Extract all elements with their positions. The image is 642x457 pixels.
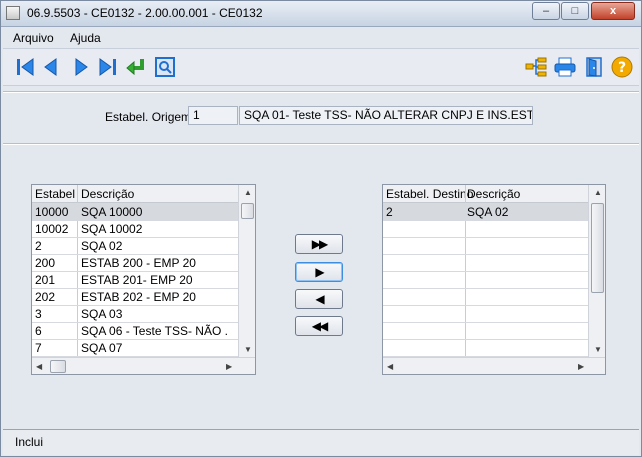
menu-ajuda[interactable]: Ajuda — [70, 31, 101, 45]
cell-descricao: ESTAB 202 - EMP 20 — [81, 290, 196, 304]
table-row[interactable]: 202 ESTAB 202 - EMP 20 — [32, 288, 239, 306]
empty-row — [383, 254, 589, 272]
scroll-right-arrow-icon[interactable]: ▶ — [226, 362, 232, 371]
left-grid-horizontal-scrollbar[interactable]: ◀ ▶ — [32, 357, 255, 374]
cell-estabel: 200 — [35, 256, 56, 270]
left-grid-header: Estabel Descrição — [32, 185, 239, 203]
cell-descricao: SQA 10000 — [81, 205, 143, 219]
table-row[interactable]: 6 SQA 06 - Teste TSS- NÃO . — [32, 322, 239, 340]
right-grid-horizontal-scrollbar[interactable]: ◀ ▶ — [383, 357, 605, 374]
cell-estabel: 201 — [35, 273, 56, 287]
column-header-estabel[interactable]: Estabel — [35, 187, 75, 201]
status-text: Inclui — [15, 435, 44, 449]
application-window: 06.9.5503 - CE0132 - 2.00.00.001 - CE013… — [0, 0, 642, 457]
zoom-icon[interactable] — [153, 55, 177, 79]
scroll-left-arrow-icon[interactable]: ◀ — [387, 362, 393, 371]
first-record-icon[interactable] — [13, 55, 37, 79]
right-grid-header: Estabel. Destino Descrição — [383, 185, 589, 203]
scroll-right-arrow-icon[interactable]: ▶ — [578, 362, 584, 371]
table-row[interactable]: 2 SQA 02 — [383, 203, 589, 221]
table-row[interactable]: 201 ESTAB 201- EMP 20 — [32, 271, 239, 289]
cell-estabel: 2 — [35, 239, 42, 253]
cell-estabel: 7 — [35, 341, 42, 355]
available-establishments-grid[interactable]: Estabel Descrição 10000 SQA 10000 10002 … — [31, 184, 256, 375]
scroll-thumb[interactable] — [50, 360, 66, 373]
cell-estabel: 3 — [35, 307, 42, 321]
svg-text:?: ? — [618, 60, 626, 76]
empty-row — [383, 237, 589, 255]
cell-estabel: 10002 — [35, 222, 69, 236]
column-header-estabel-destino[interactable]: Estabel. Destino — [386, 187, 473, 201]
cell-estabel-destino: 2 — [386, 205, 393, 219]
table-row[interactable]: 10002 SQA 10002 — [32, 220, 239, 238]
empty-row — [383, 322, 589, 340]
scroll-down-arrow-icon[interactable]: ▼ — [244, 345, 252, 354]
divider-middle — [3, 143, 639, 145]
scroll-up-arrow-icon[interactable]: ▲ — [594, 188, 602, 197]
empty-row — [383, 305, 589, 323]
cell-descricao: SQA 02 — [467, 205, 509, 219]
cell-descricao: SQA 07 — [81, 341, 123, 355]
title-bar: 06.9.5503 - CE0132 - 2.00.00.001 - CE013… — [1, 1, 641, 27]
window-title: 06.9.5503 - CE0132 - 2.00.00.001 - CE013… — [27, 6, 263, 20]
scroll-thumb[interactable] — [241, 203, 254, 219]
cell-estabel: 6 — [35, 324, 42, 338]
add-button[interactable]: ▶ — [295, 262, 343, 282]
hierarchy-icon[interactable] — [524, 55, 548, 79]
cell-descricao: ESTAB 200 - EMP 20 — [81, 256, 196, 270]
previous-record-icon[interactable] — [39, 55, 63, 79]
empty-row — [383, 288, 589, 306]
origin-section: Estabel. Origem: 1 SQA 01- Teste TSS- NÃ… — [1, 93, 641, 141]
empty-row — [383, 271, 589, 289]
close-button[interactable]: x — [591, 2, 635, 20]
next-record-icon[interactable] — [69, 55, 93, 79]
empty-row — [383, 220, 589, 238]
remove-button[interactable]: ◀ — [295, 289, 343, 309]
cell-descricao: SQA 06 - Teste TSS- NÃO . — [81, 324, 228, 338]
table-row[interactable]: 7 SQA 07 — [32, 339, 239, 357]
cell-descricao: SQA 03 — [81, 307, 123, 321]
origin-description-field: SQA 01- Teste TSS- NÃO ALTERAR CNPJ E IN… — [239, 106, 533, 125]
menu-arquivo[interactable]: Arquivo — [13, 31, 54, 45]
table-row[interactable]: 2 SQA 02 — [32, 237, 239, 255]
left-grid-vertical-scrollbar[interactable]: ▲ ▼ — [238, 185, 255, 357]
cell-estabel: 202 — [35, 290, 56, 304]
column-header-descricao[interactable]: Descrição — [467, 187, 520, 201]
cell-estabel: 10000 — [35, 205, 69, 219]
table-row[interactable]: 200 ESTAB 200 - EMP 20 — [32, 254, 239, 272]
help-icon[interactable]: ? — [610, 55, 634, 79]
cell-descricao: SQA 10002 — [81, 222, 143, 236]
cell-descricao: ESTAB 201- EMP 20 — [81, 273, 193, 287]
right-grid-vertical-scrollbar[interactable]: ▲ ▼ — [588, 185, 605, 357]
origin-code-field: 1 — [188, 106, 238, 125]
status-bar: Inclui — [3, 429, 639, 455]
origin-label: Estabel. Origem: — [105, 110, 195, 124]
printer-icon[interactable] — [553, 55, 577, 79]
add-all-button[interactable]: ▶▶ — [295, 234, 343, 254]
column-header-descricao[interactable]: Descrição — [81, 187, 134, 201]
app-icon — [6, 6, 20, 20]
empty-row — [383, 339, 589, 357]
last-record-icon[interactable] — [96, 55, 120, 79]
cell-descricao: SQA 02 — [81, 239, 123, 253]
menu-bar: Arquivo Ajuda — [1, 28, 641, 46]
maximize-button[interactable]: □ — [561, 2, 589, 20]
remove-all-button[interactable]: ◀◀ — [295, 316, 343, 336]
scroll-left-arrow-icon[interactable]: ◀ — [36, 362, 42, 371]
toolbar: ? — [3, 48, 639, 86]
minimize-button[interactable]: – — [532, 2, 560, 20]
scroll-thumb[interactable] — [591, 203, 604, 293]
exit-door-icon[interactable] — [582, 55, 606, 79]
table-row[interactable]: 10000 SQA 10000 — [32, 203, 239, 221]
table-row[interactable]: 3 SQA 03 — [32, 305, 239, 323]
destination-establishments-grid[interactable]: Estabel. Destino Descrição 2 SQA 02 ▲ ▼ … — [382, 184, 606, 375]
scroll-up-arrow-icon[interactable]: ▲ — [244, 188, 252, 197]
return-icon[interactable] — [124, 55, 148, 79]
scroll-down-arrow-icon[interactable]: ▼ — [594, 345, 602, 354]
